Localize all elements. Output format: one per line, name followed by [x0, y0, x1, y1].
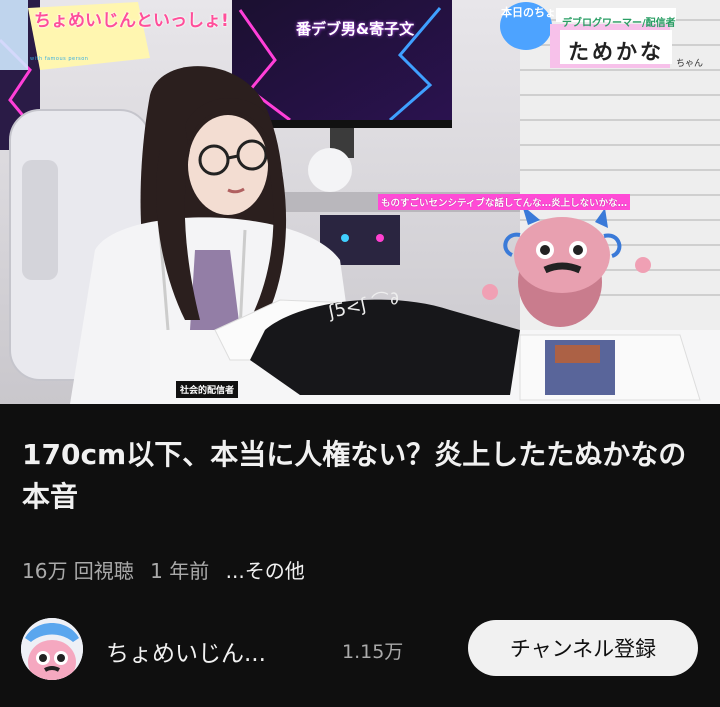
channel-name[interactable]: ちょめいじん...: [106, 634, 266, 668]
subscribe-button[interactable]: チャンネル登録: [468, 620, 698, 676]
video-meta[interactable]: 16万 回視聴 1 年前 ...その他: [22, 555, 315, 584]
guest-role-label: デブログワーマー/配信者: [562, 18, 676, 29]
channel-avatar[interactable]: [21, 618, 83, 680]
video-tag-label: 社会的配信者: [176, 381, 239, 398]
guest-name-suffix: ちゃん: [676, 59, 704, 69]
subscriber-count: 1.15万: [342, 641, 404, 663]
video-title[interactable]: 170cm以下、本当に人権ない？炎上したたぬかなの本音: [22, 434, 702, 518]
more-link[interactable]: ...その他: [226, 559, 305, 583]
view-count: 16万 回視聴: [22, 559, 134, 583]
upload-age: 1 年前: [150, 559, 210, 583]
today-badge: 本日のちょ: [501, 6, 556, 19]
monitor-text: 番デブ男&寄子文: [296, 20, 415, 38]
channel-logo: ちょめいじんといっしょ!: [34, 11, 229, 31]
avatar-mascot-icon: [21, 618, 83, 680]
video-subtitle-caption: ものすごいセンシティブな話してんな…炎上しないかな…: [378, 194, 631, 210]
channel-row: ちょめいじん... 1.15万 チャンネル登録: [0, 614, 720, 684]
guest-name-label: ためかな: [568, 40, 664, 64]
video-player[interactable]: ʃ5<ʃ ⌒∂ ちょめいじんといっしょ! with famous person …: [0, 0, 720, 404]
channel-logo-subtext: with famous person: [30, 56, 89, 62]
